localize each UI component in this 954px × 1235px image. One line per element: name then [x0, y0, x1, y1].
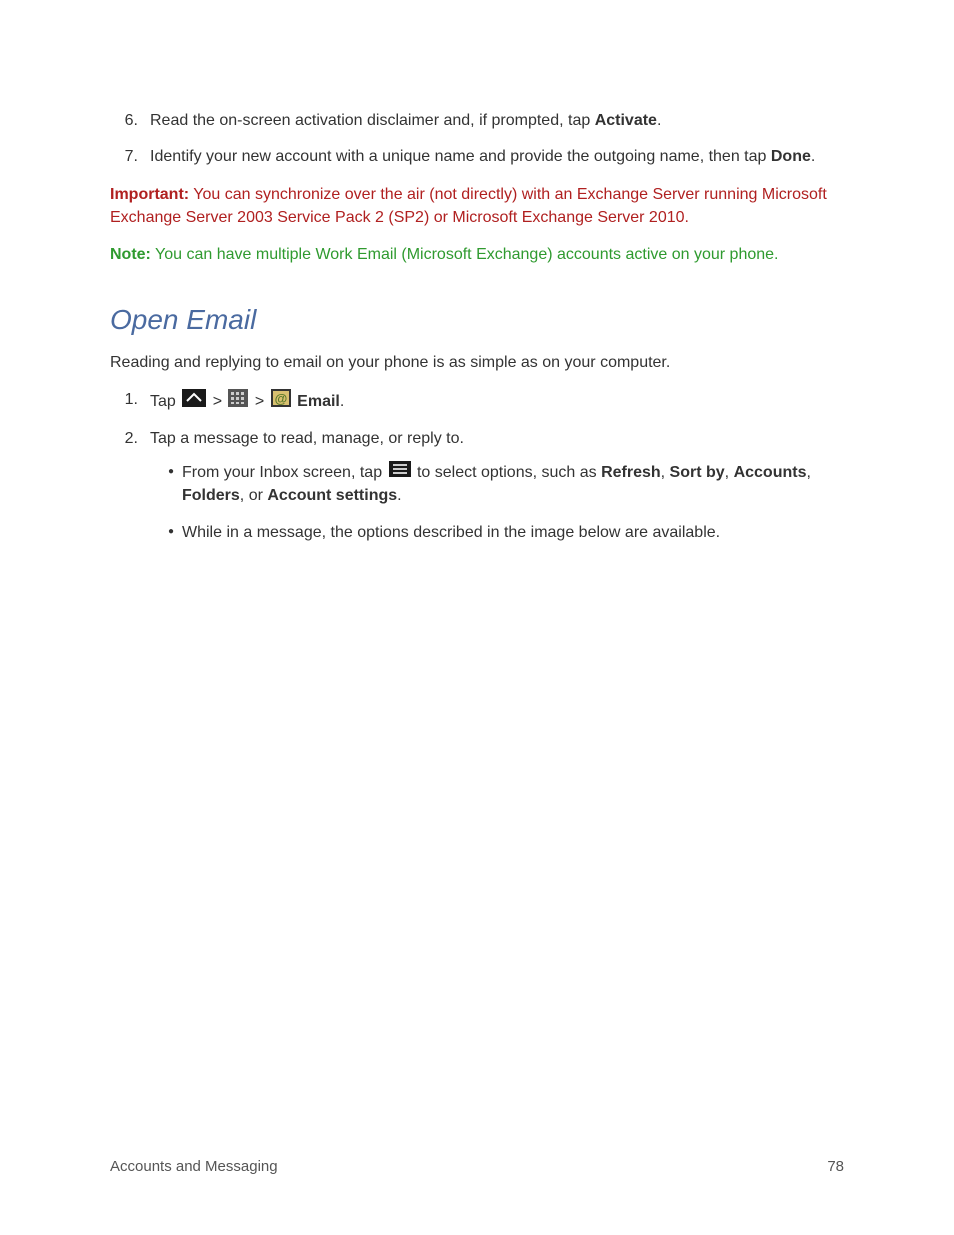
footer-section-title: Accounts and Messaging	[110, 1158, 278, 1175]
list-number: 2.	[110, 428, 150, 558]
important-callout: Important: You can synchronize over the …	[110, 183, 844, 229]
text: Read the on-screen activation disclaimer…	[150, 112, 595, 129]
text: to select options, such as	[413, 464, 602, 481]
text: .	[397, 487, 401, 504]
text: .	[340, 393, 344, 410]
list-item: 7. Identify your new account with a uniq…	[110, 146, 844, 168]
bold-text: Accounts	[734, 464, 807, 481]
svg-text:@: @	[274, 391, 287, 406]
text: , or	[240, 487, 268, 504]
bullet-text: From your Inbox screen, tap to select op…	[182, 461, 844, 508]
text: Identify your new account with a unique …	[150, 148, 771, 165]
document-page: 6. Read the on-screen activation disclai…	[0, 0, 954, 1235]
important-label: Important:	[110, 186, 189, 203]
bold-text: Sort by	[670, 464, 725, 481]
note-callout: Note: You can have multiple Work Email (…	[110, 243, 844, 266]
text: ,	[661, 464, 670, 481]
text: .	[811, 148, 815, 165]
apps-grid-icon	[228, 389, 248, 414]
footer-page-number: 78	[827, 1158, 844, 1175]
bold-text: Email	[293, 393, 340, 410]
text: From your Inbox screen, tap	[182, 464, 387, 481]
note-label: Note:	[110, 246, 151, 263]
text: Tap	[150, 393, 180, 410]
text: Tap a message to read, manage, or reply …	[150, 430, 464, 447]
bullet-item: ● From your Inbox screen, tap to select …	[168, 461, 844, 508]
email-at-icon: @	[271, 389, 291, 414]
bold-text: Folders	[182, 487, 240, 504]
list-text: Tap a message to read, manage, or reply …	[150, 428, 844, 558]
intro-paragraph: Reading and replying to email on your ph…	[110, 352, 844, 374]
list-item: 1. Tap > > @ Email.	[110, 389, 844, 414]
separator: >	[208, 393, 226, 410]
text: ,	[725, 464, 734, 481]
list-number: 6.	[110, 110, 150, 132]
bold-text: Activate	[595, 112, 657, 129]
important-text: You can synchronize over the air (not di…	[110, 186, 827, 226]
bullet-marker: ●	[168, 521, 182, 544]
text: ,	[806, 464, 810, 481]
list-text: Tap > > @ Email.	[150, 389, 844, 414]
note-text: You can have multiple Work Email (Micros…	[151, 246, 779, 263]
section-heading: Open Email	[110, 304, 844, 336]
bold-text: Done	[771, 148, 811, 165]
ordered-list: 1. Tap > > @ Email. 2. Tap a message to …	[110, 389, 844, 559]
text: .	[657, 112, 661, 129]
list-item: 2. Tap a message to read, manage, or rep…	[110, 428, 844, 558]
list-text: Identify your new account with a unique …	[150, 146, 844, 168]
bold-text: Account settings	[267, 487, 397, 504]
list-number: 1.	[110, 389, 150, 414]
bold-text: Refresh	[601, 464, 661, 481]
menu-icon	[389, 461, 411, 484]
separator: >	[250, 393, 268, 410]
bullet-item: ● While in a message, the options descri…	[168, 521, 844, 544]
list-number: 7.	[110, 146, 150, 168]
list-item: 6. Read the on-screen activation disclai…	[110, 110, 844, 132]
bullet-list: ● From your Inbox screen, tap to select …	[150, 461, 844, 545]
list-text: Read the on-screen activation disclaimer…	[150, 110, 844, 132]
ordered-list-continued: 6. Read the on-screen activation disclai…	[110, 110, 844, 169]
bullet-marker: ●	[168, 461, 182, 508]
bullet-text: While in a message, the options describe…	[182, 521, 844, 544]
home-icon	[182, 389, 206, 414]
page-footer: Accounts and Messaging 78	[110, 1158, 844, 1175]
